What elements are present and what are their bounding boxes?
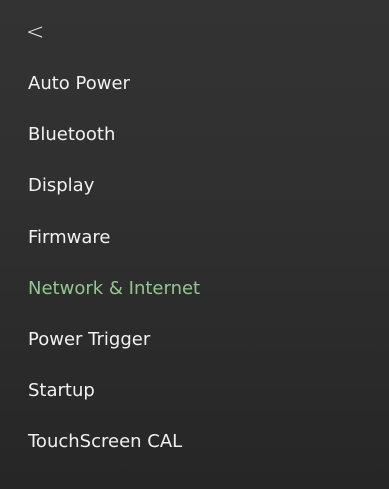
menu-item-network-internet[interactable]: Network & Internet [0,263,389,314]
menu-item-bluetooth[interactable]: Bluetooth [0,109,389,160]
menu-item-startup[interactable]: Startup [0,365,389,416]
settings-menu-list: Auto Power Bluetooth Display Firmware Ne… [0,58,389,468]
menu-item-label: Firmware [28,226,111,248]
menu-item-label: TouchScreen CAL [28,431,183,453]
menu-item-label: Bluetooth [28,124,116,146]
menu-item-power-trigger[interactable]: Power Trigger [0,314,389,365]
menu-item-label: Network & Internet [28,277,201,299]
menu-item-auto-power[interactable]: Auto Power [0,58,389,109]
menu-item-touchscreen-cal[interactable]: TouchScreen CAL [0,416,389,467]
menu-item-label: Display [28,175,95,197]
menu-item-firmware[interactable]: Firmware [0,212,389,263]
back-chevron-left-icon[interactable]: < [26,17,62,49]
menu-item-label: Auto Power [28,73,130,95]
menu-item-label: Power Trigger [28,329,151,351]
menu-item-display[interactable]: Display [0,160,389,211]
settings-menu-panel: < Auto Power Bluetooth Display Firmware … [0,0,389,489]
menu-item-label: Startup [28,380,95,402]
